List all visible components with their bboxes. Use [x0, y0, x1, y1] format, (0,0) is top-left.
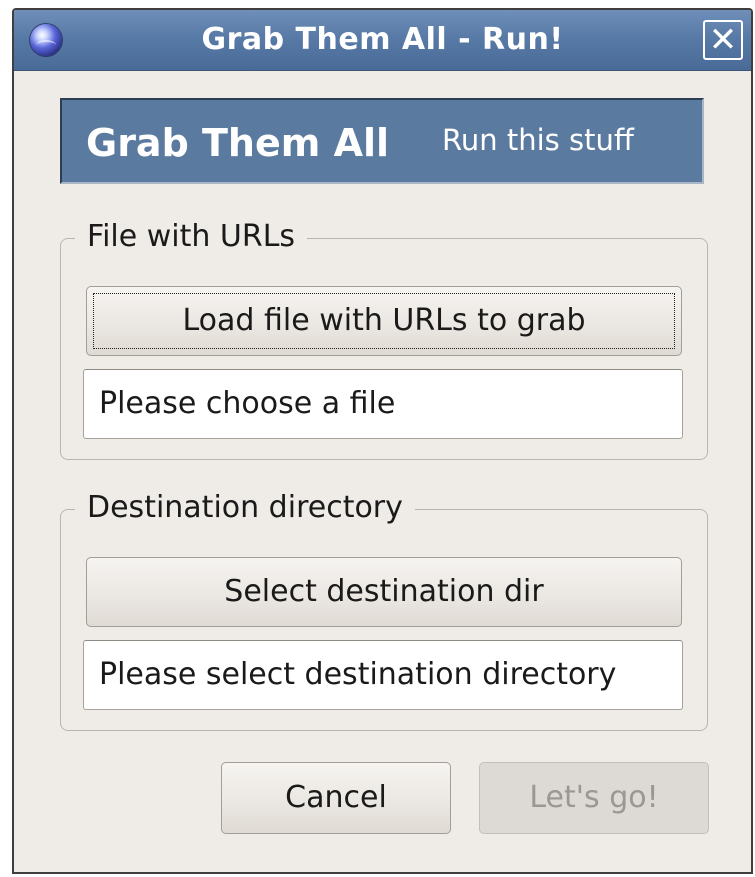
destination-path-value: Please select destination directory: [99, 657, 617, 692]
globe-app-icon[interactable]: [30, 24, 62, 56]
select-destination-button-label: Select destination dir: [224, 574, 544, 609]
destination-directory-group: Destination directory Select destination…: [60, 488, 708, 731]
banner-subtitle: Run this stuff: [442, 123, 634, 157]
header-banner: Grab Them All Run this stuff: [60, 98, 704, 184]
select-destination-button[interactable]: Select destination dir: [86, 557, 682, 627]
file-with-urls-group: File with URLs Load file with URLs to gr…: [60, 217, 708, 460]
title-bar[interactable]: Grab Them All - Run! ✕: [14, 10, 751, 71]
file-path-field[interactable]: Please choose a file: [83, 369, 683, 439]
cancel-button-label: Cancel: [285, 780, 387, 815]
lets-go-button-label: Let's go!: [529, 780, 659, 815]
banner-title: Grab Them All: [86, 121, 390, 165]
destination-group-label: Destination directory: [75, 488, 415, 528]
cancel-button[interactable]: Cancel: [221, 762, 451, 834]
file-path-value: Please choose a file: [99, 386, 396, 421]
file-group-label: File with URLs: [75, 217, 308, 257]
load-file-button[interactable]: Load file with URLs to grab: [86, 286, 682, 356]
load-file-button-label: Load file with URLs to grab: [182, 303, 586, 338]
destination-path-field[interactable]: Please select destination directory: [83, 640, 683, 710]
close-button[interactable]: ✕: [703, 20, 743, 60]
dialog-window: Grab Them All - Run! ✕ Grab Them All Run…: [12, 8, 753, 874]
lets-go-button[interactable]: Let's go!: [479, 762, 709, 834]
window-title: Grab Them All - Run!: [201, 22, 564, 57]
close-icon: ✕: [708, 20, 738, 60]
